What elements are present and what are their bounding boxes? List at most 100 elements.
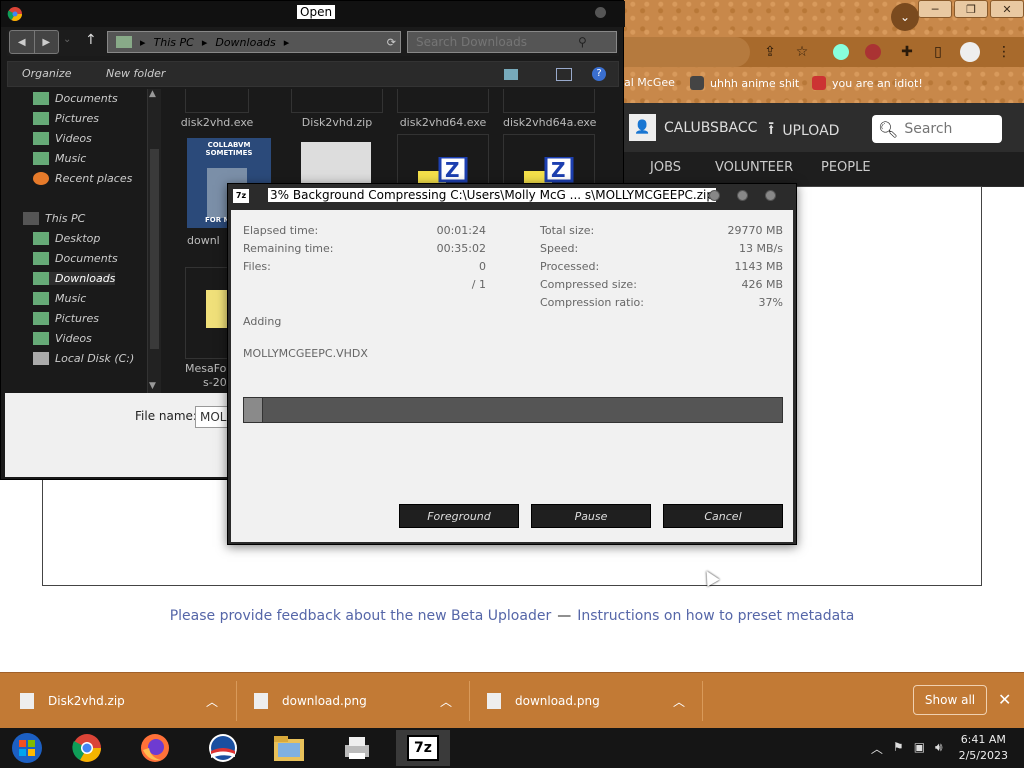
minimize-button[interactable] (709, 190, 720, 201)
file-tile[interactable]: Z (397, 134, 489, 195)
extensions-puzzle-icon[interactable]: ✚ (897, 42, 917, 62)
bookmark-item[interactable]: uhhh anime shit (690, 76, 799, 90)
maximize-button[interactable]: ❐ (954, 0, 988, 18)
network-printer-icon[interactable] (330, 730, 384, 766)
obama-logo-icon[interactable] (196, 730, 250, 766)
nav-item-pictures[interactable]: Pictures (33, 112, 99, 125)
file-label[interactable]: disk2vhd64a.exe (503, 116, 596, 129)
nav-item-this-pc[interactable]: This PC (23, 212, 85, 225)
foreground-button[interactable]: Foreground (399, 504, 519, 528)
zip-icon (20, 693, 34, 709)
chevron-up-icon[interactable]: ︿ (206, 693, 218, 710)
nav-volunteer[interactable]: VOLUNTEER (715, 160, 793, 175)
nav-item-videos[interactable]: Videos (33, 132, 92, 145)
start-orb-icon[interactable] (0, 730, 54, 766)
recent-dropdown-icon[interactable]: ⌄ (63, 34, 71, 45)
bookmark-star-icon[interactable]: ☆ (792, 42, 812, 62)
folder-search-input[interactable] (408, 35, 578, 49)
nav-pane-scrollbar[interactable]: ▲ ▼ (147, 89, 161, 393)
nav-people[interactable]: PEOPLE (821, 160, 871, 175)
explorer-icon[interactable] (262, 730, 316, 766)
show-all-button[interactable]: Show all (913, 685, 987, 715)
nav-item-pictures[interactable]: Pictures (33, 312, 99, 325)
chevron-up-icon[interactable]: ︿ (871, 740, 883, 757)
crumb-downloads[interactable]: Downloads (215, 36, 275, 49)
crumb-this-pc[interactable]: This PC (154, 36, 194, 49)
chrome-icon[interactable] (60, 730, 114, 766)
nav-item-documents[interactable]: Documents (33, 92, 118, 105)
pause-button[interactable]: Pause (531, 504, 651, 528)
side-panel-icon[interactable]: ▯ (928, 42, 948, 62)
bookmarks-bar: al McGee uhhh anime shit you are an idio… (600, 72, 1024, 98)
scrollbar-thumb[interactable] (150, 149, 159, 349)
nav-item-documents[interactable]: Documents (33, 252, 118, 265)
file-label[interactable]: Disk2vhd.zip (291, 116, 383, 129)
help-icon[interactable]: ? (592, 67, 606, 81)
profile-icon[interactable] (960, 42, 980, 62)
upload-link[interactable]: ⭱ UPLOAD (768, 116, 839, 146)
site-search[interactable]: 🔍︎ (872, 115, 1002, 143)
menu-kebab-icon[interactable]: ⋮ (994, 42, 1014, 62)
share-icon[interactable]: ⇪ (760, 42, 780, 62)
back-button[interactable]: ◀ (10, 31, 34, 53)
nav-item-local-disk[interactable]: Local Disk (C:) (33, 352, 134, 365)
chevron-up-icon[interactable]: ︿ (440, 693, 452, 710)
refresh-icon[interactable]: ⟳ (387, 36, 396, 49)
file-tile[interactable]: Z (503, 134, 595, 195)
close-icon[interactable] (595, 7, 606, 18)
7zip-icon[interactable]: 7z (396, 730, 450, 766)
file-label[interactable]: disk2vhd.exe (171, 116, 263, 129)
pictures-icon (33, 112, 49, 125)
bookmark-item[interactable]: al McGee (624, 76, 675, 89)
organize-button[interactable]: Organize (22, 67, 71, 80)
bookmark-item[interactable]: you are an idiot! (812, 76, 923, 90)
close-button[interactable]: ✕ (990, 0, 1024, 18)
chevron-up-icon[interactable]: ︿ (673, 693, 685, 710)
close-button[interactable] (765, 190, 776, 201)
file-tile[interactable] (185, 89, 249, 113)
file-tile[interactable] (397, 89, 489, 113)
cancel-button[interactable]: Cancel (663, 504, 783, 528)
document-thumbnail[interactable] (301, 142, 371, 186)
nav-item-recent-places[interactable]: Recent places (33, 172, 132, 185)
maximize-button[interactable] (737, 190, 748, 201)
user-link[interactable]: 👤 CALUBSBACC (629, 114, 757, 141)
file-tile[interactable] (503, 89, 595, 113)
profile-dropdown-icon[interactable]: ⌄ (891, 3, 919, 31)
breadcrumb[interactable]: ▸ This PC ▸ Downloads ▸ ⟳ (107, 31, 401, 53)
scroll-up-icon[interactable]: ▲ (149, 89, 156, 99)
up-arrow-icon[interactable]: ↑ (85, 32, 97, 48)
file-tile[interactable] (291, 89, 383, 113)
folder-search[interactable]: ⚲ (407, 31, 617, 53)
minimize-button[interactable]: ─ (918, 0, 952, 18)
feedback-link[interactable]: Please provide feedback about the new Be… (170, 608, 552, 624)
nav-item-desktop[interactable]: Desktop (33, 232, 100, 245)
firefox-icon[interactable] (128, 730, 182, 766)
flag-icon[interactable]: ⚑ (893, 740, 904, 757)
nav-item-music[interactable]: Music (33, 292, 86, 305)
nav-item-downloads[interactable]: Downloads (33, 272, 116, 285)
divider (702, 681, 703, 721)
elapsed-time-value: 00:01:24 (436, 224, 486, 237)
download-item[interactable]: download.png ︿ (254, 673, 468, 729)
volume-icon[interactable]: 🔊︎ (935, 740, 943, 757)
network-icon[interactable]: ▣ (914, 740, 925, 757)
site-search-input[interactable] (904, 121, 1000, 137)
extension-avatar-icon[interactable] (865, 44, 881, 60)
extension-flag-icon[interactable] (833, 44, 849, 60)
nav-item-music[interactable]: Music (33, 152, 86, 165)
file-label[interactable]: disk2vhd64.exe (397, 116, 489, 129)
nav-jobs[interactable]: JOBS (650, 160, 681, 175)
clock[interactable]: 6:41 AM 2/5/2023 (959, 732, 1008, 764)
search-icon[interactable]: ⚲ (578, 35, 587, 49)
preview-pane-icon[interactable] (556, 68, 572, 81)
metadata-instructions-link[interactable]: Instructions on how to preset metadata (577, 608, 854, 624)
scroll-down-icon[interactable]: ▼ (149, 381, 156, 391)
close-icon[interactable]: ✕ (998, 690, 1011, 709)
download-item[interactable]: Disk2vhd.zip ︿ (20, 673, 234, 729)
nav-item-videos[interactable]: Videos (33, 332, 92, 345)
new-folder-button[interactable]: New folder (106, 67, 165, 80)
forward-button[interactable]: ▶ (33, 31, 59, 53)
view-icon[interactable] (504, 69, 518, 80)
download-item[interactable]: download.png ︿ (487, 673, 701, 729)
